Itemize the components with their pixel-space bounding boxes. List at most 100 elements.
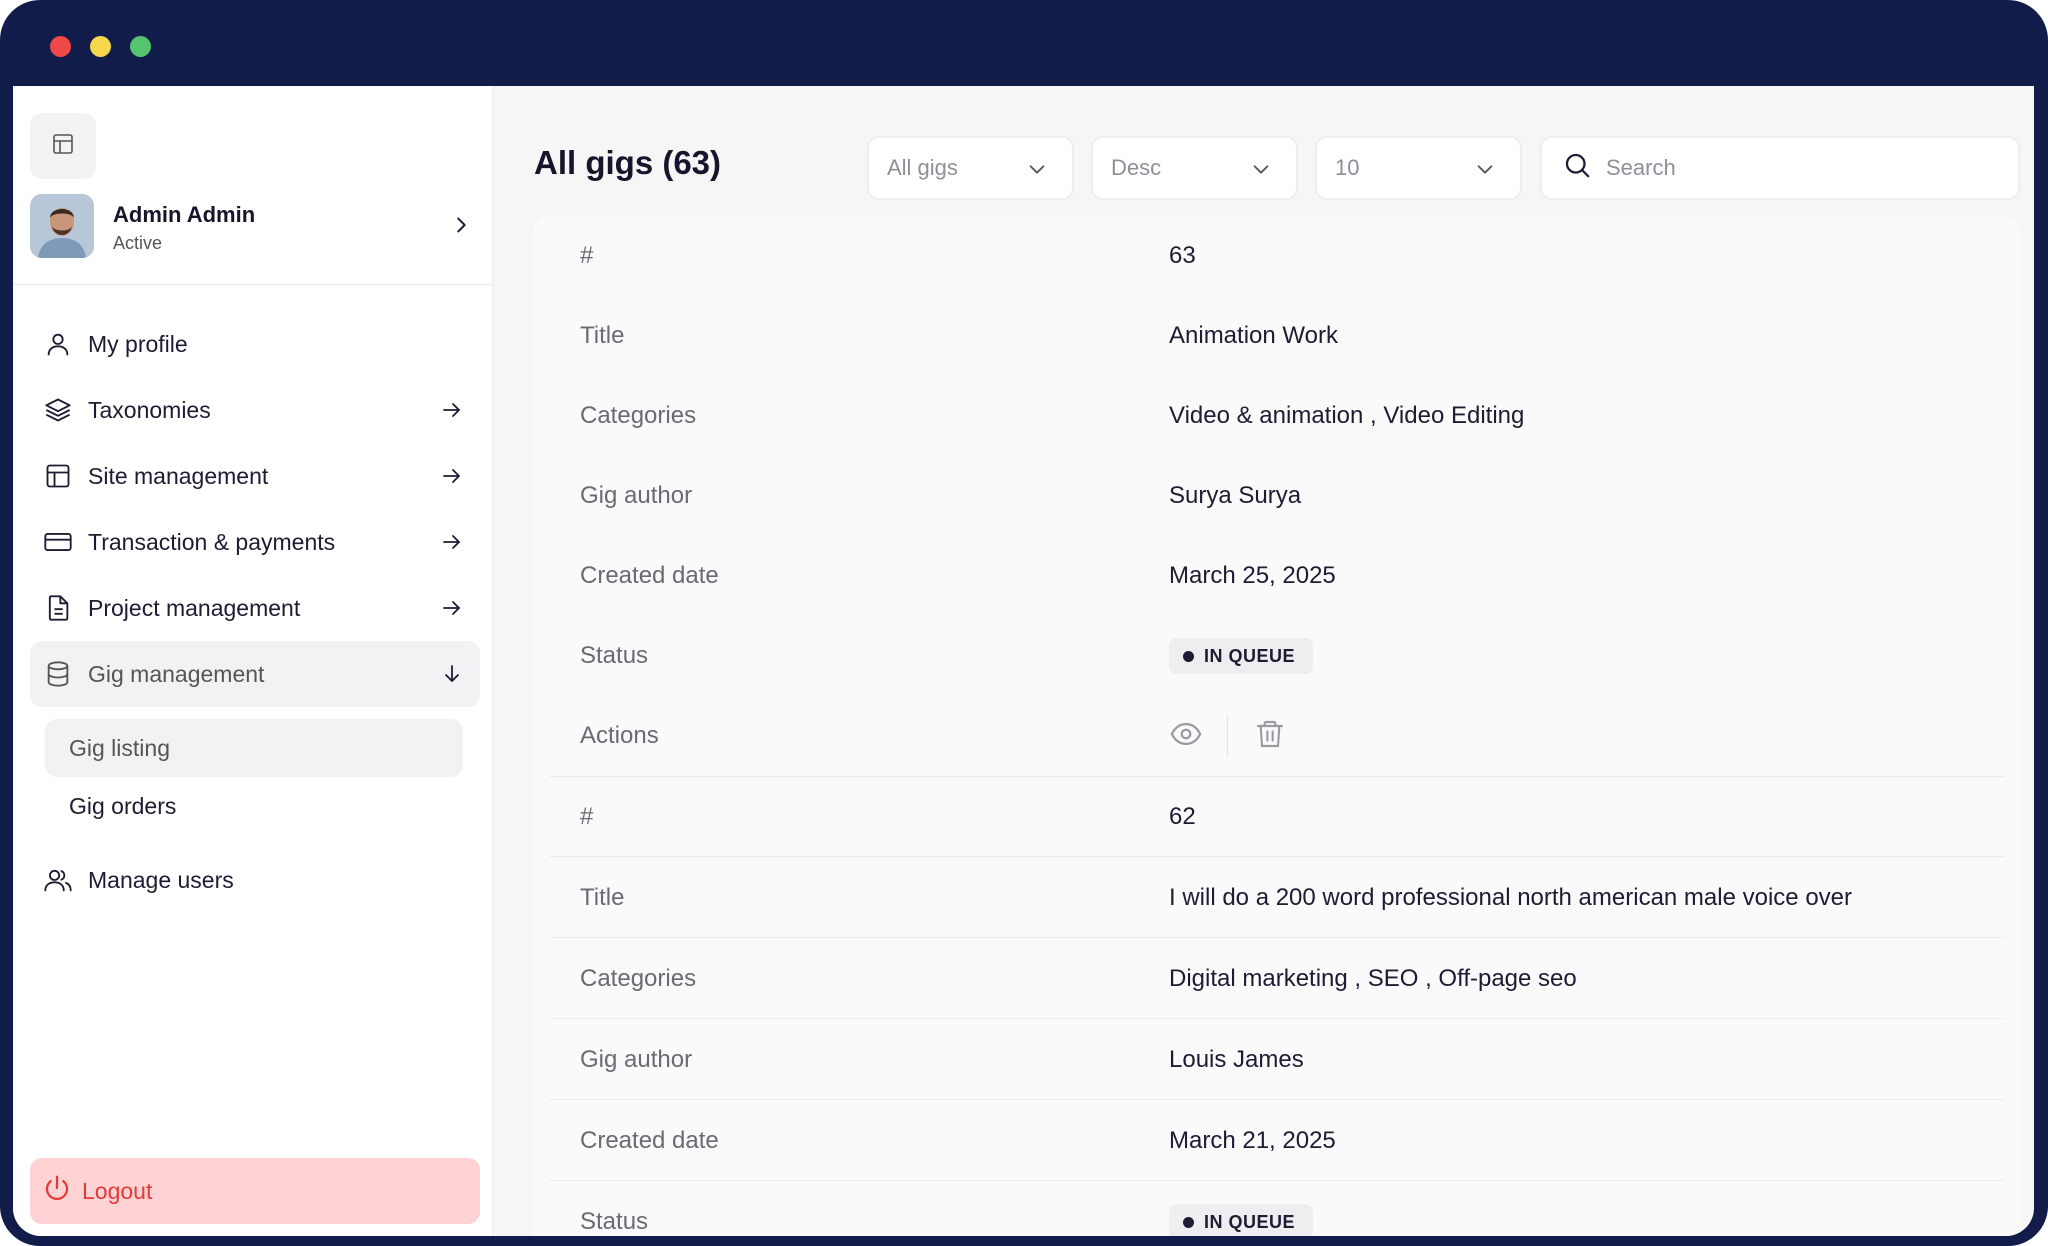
table-row: Title I will do a 200 word professional …: [549, 858, 2005, 938]
row-label: Categories: [580, 402, 697, 429]
minimize-window-button[interactable]: [90, 36, 111, 57]
sidebar-item-label: Project management: [88, 594, 301, 621]
search-placeholder: Search: [1606, 155, 1676, 180]
sort-order-select[interactable]: Desc: [1091, 136, 1298, 200]
table-row: Created date March 21, 2025: [549, 1101, 2005, 1181]
app-screen: Admin Admin Active My profile Taxonomies…: [13, 86, 2034, 1236]
eye-icon[interactable]: [1169, 717, 1203, 756]
row-label: Gig author: [580, 1046, 693, 1073]
gig-title: I will do a 200 word professional north …: [1169, 884, 1853, 911]
row-label: Title: [580, 884, 625, 911]
table-row: Categories Digital marketing , SEO , Off…: [549, 939, 2005, 1019]
gig-title: Animation Work: [1169, 322, 1338, 349]
logout-button[interactable]: Logout: [30, 1158, 480, 1224]
sidebar-item-label: Gig management: [88, 660, 265, 687]
sidebar-item-my-profile[interactable]: My profile: [30, 311, 480, 377]
maximize-window-button[interactable]: [130, 36, 151, 57]
sidebar-item-site-management[interactable]: Site management: [30, 443, 480, 509]
status-dot-icon: [1183, 650, 1194, 662]
table-row: Gig author Louis James: [549, 1020, 2005, 1100]
logout-label: Logout: [82, 1177, 153, 1204]
database-icon: [42, 658, 74, 690]
table-row: Created date March 25, 2025: [549, 536, 2005, 616]
sort-order-value: Desc: [1111, 155, 1162, 180]
trash-icon[interactable]: [1254, 718, 1286, 755]
row-label: Actions: [580, 722, 659, 749]
layout-icon: [51, 132, 75, 161]
search-icon: [1562, 150, 1592, 186]
user-icon: [42, 328, 74, 360]
chevron-down-icon: [1474, 158, 1496, 186]
power-icon: [42, 1173, 72, 1209]
gig-id: 63: [1169, 242, 1196, 269]
arrow-right-icon: [440, 530, 464, 560]
arrow-down-icon: [440, 662, 464, 692]
layers-icon: [42, 394, 74, 426]
table-row: Title Animation Work: [549, 296, 2005, 376]
sidebar-item-label: Transaction & payments: [88, 528, 336, 555]
status-badge: IN QUEUE: [1169, 638, 1314, 674]
table-row: Categories Video & animation , Video Edi…: [549, 376, 2005, 456]
arrow-right-icon: [440, 398, 464, 428]
users-icon: [42, 864, 74, 896]
arrow-right-icon: [440, 596, 464, 626]
status-dot-icon: [1183, 1216, 1194, 1228]
sidebar-item-label: Site management: [88, 462, 269, 489]
actions-divider: [1227, 716, 1228, 756]
status-text: IN QUEUE: [1204, 645, 1296, 666]
profile-card[interactable]: Admin Admin Active: [30, 194, 480, 264]
file-icon: [42, 592, 74, 624]
page-title: All gigs (63): [534, 144, 722, 181]
profile-name: Admin Admin: [113, 202, 256, 227]
search-input[interactable]: Search: [1540, 136, 2020, 200]
sidebar-item-transactions[interactable]: Transaction & payments: [30, 509, 480, 575]
gig-author: Surya Surya: [1169, 482, 1302, 509]
table-row: Actions: [549, 696, 2005, 777]
chevron-down-icon: [1026, 158, 1048, 186]
row-label: #: [580, 803, 594, 830]
chevron-down-icon: [1250, 158, 1272, 186]
row-label: Categories: [580, 965, 697, 992]
chevron-right-icon[interactable]: [450, 214, 472, 241]
gig-filter-select[interactable]: All gigs: [867, 136, 1074, 200]
status-badge: IN QUEUE: [1169, 1204, 1314, 1236]
table-row: Gig author Surya Surya: [549, 456, 2005, 536]
row-label: Created date: [580, 562, 719, 589]
sidebar-item-gig-management[interactable]: Gig management: [30, 641, 480, 707]
row-label: Status: [580, 642, 649, 669]
status-text: IN QUEUE: [1204, 1211, 1296, 1232]
sidebar-item-taxonomies[interactable]: Taxonomies: [30, 377, 480, 443]
sidebar-item-label: Manage users: [88, 866, 234, 893]
per-page-value: 10: [1335, 155, 1360, 180]
gig-id: 62: [1169, 803, 1196, 830]
sidebar-item-manage-users[interactable]: Manage users: [30, 847, 480, 913]
sidebar-item-project-management[interactable]: Project management: [30, 575, 480, 641]
gigs-table: # 63 Title Animation Work Categories Vid…: [533, 216, 2021, 1236]
sidebar-item-gig-orders[interactable]: Gig orders: [45, 777, 463, 835]
window-controls: [50, 36, 151, 57]
close-window-button[interactable]: [50, 36, 71, 57]
sidebar-item-label: My profile: [88, 330, 188, 357]
gig-categories: Digital marketing , SEO , Off-page seo: [1169, 965, 1577, 992]
layout-icon: [42, 460, 74, 492]
sidebar-toggle-button[interactable]: [30, 113, 96, 179]
gig-categories: Video & animation , Video Editing: [1169, 402, 1525, 429]
table-row: # 63: [549, 216, 2005, 296]
row-label: Gig author: [580, 482, 693, 509]
gig-filter-value: All gigs: [887, 155, 958, 180]
window-frame: Admin Admin Active My profile Taxonomies…: [0, 0, 2048, 1246]
avatar: [30, 194, 94, 258]
per-page-select[interactable]: 10: [1315, 136, 1522, 200]
credit-card-icon: [42, 526, 74, 558]
sidebar-divider: [13, 284, 493, 285]
row-actions: [1169, 716, 1286, 756]
row-label: Title: [580, 322, 625, 349]
main-content: All gigs (63) All gigs Desc 10 Search # …: [493, 86, 2034, 1236]
sidebar-item-gig-listing[interactable]: Gig listing: [45, 719, 463, 777]
profile-status: Active: [113, 233, 163, 253]
sidebar: Admin Admin Active My profile Taxonomies…: [13, 86, 493, 1236]
sidebar-nav: My profile Taxonomies Site management Tr…: [30, 311, 480, 913]
table-row: Status IN QUEUE: [549, 1182, 2005, 1236]
table-row: Status IN QUEUE: [549, 616, 2005, 696]
gig-created-date: March 25, 2025: [1169, 562, 1336, 589]
